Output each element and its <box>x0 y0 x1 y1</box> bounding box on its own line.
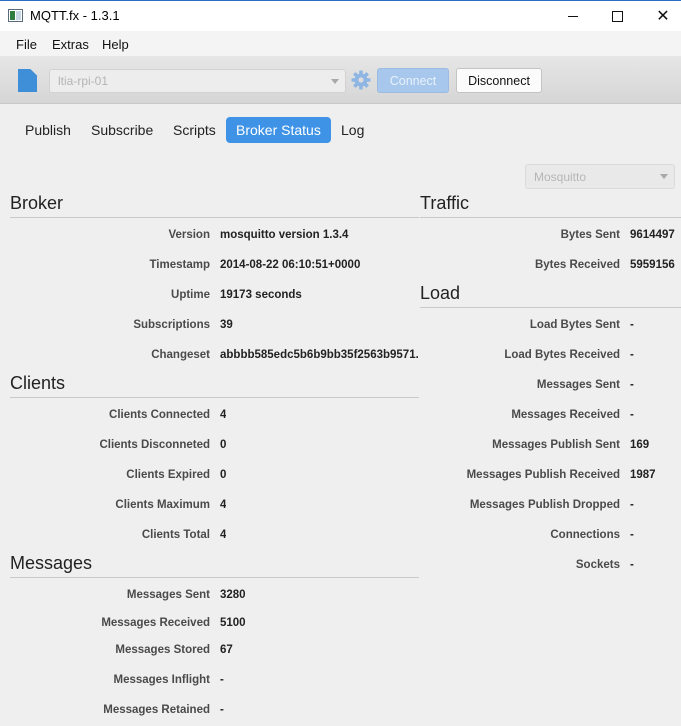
menu-help[interactable]: Help <box>102 37 129 52</box>
disconnect-button[interactable]: Disconnect <box>456 68 542 93</box>
messages-retained-label: Messages Retained <box>103 704 210 716</box>
broker-type-select[interactable]: Mosquitto <box>525 164 675 189</box>
load-messages-sent-value: - <box>630 379 634 391</box>
title-bar[interactable]: MQTT.fx - 1.3.1 ✕ <box>0 0 681 31</box>
broker-version-value: mosquitto version 1.3.4 <box>220 229 349 241</box>
app-icon <box>8 9 23 22</box>
sockets-value: - <box>630 559 634 571</box>
clients-expired-label: Clients Expired <box>126 469 210 481</box>
connection-profile-select[interactable]: ltia-rpi-01 <box>49 69 346 93</box>
menu-extras[interactable]: Extras <box>52 37 89 52</box>
minimize-button[interactable] <box>550 1 596 31</box>
clients-maximum-label: Clients Maximum <box>115 499 210 511</box>
minimize-icon <box>568 15 578 17</box>
maximize-icon <box>611 10 623 22</box>
tab-scripts[interactable]: Scripts <box>163 117 226 143</box>
messages-sent-value: 3280 <box>220 589 246 601</box>
clients-total-value: 4 <box>220 529 227 541</box>
messages-stored-value: 67 <box>220 644 233 656</box>
bytes-received-value: 5959156 <box>630 259 675 271</box>
connections-label: Connections <box>550 529 620 541</box>
section-divider <box>420 217 681 218</box>
broker-version-label: Version <box>168 229 210 241</box>
clients-disconnected-label: Clients Disconneted <box>99 439 210 451</box>
connection-toolbar: ltia-rpi-01 Connect Disconnect <box>0 56 681 104</box>
load-bytes-sent-label: Load Bytes Sent <box>529 319 620 331</box>
broker-timestamp-value: 2014-08-22 06:10:51+0000 <box>220 259 361 271</box>
section-title-load: Load <box>420 283 461 303</box>
tab-broker-status[interactable]: Broker Status <box>226 117 331 143</box>
messages-retained-value: - <box>220 704 224 716</box>
messages-received-label: Messages Received <box>101 617 210 629</box>
clients-maximum-value: 4 <box>220 499 227 511</box>
load-messages-sent-label: Messages Sent <box>536 379 620 391</box>
messages-sent-label: Messages Sent <box>126 589 210 601</box>
load-bytes-received-value: - <box>630 349 634 361</box>
chevron-down-icon <box>331 79 339 84</box>
section-title-broker: Broker <box>10 193 64 213</box>
load-bytes-sent-value: - <box>630 319 634 331</box>
window-title: MQTT.fx - 1.3.1 <box>30 8 120 23</box>
connect-button[interactable]: Connect <box>377 68 449 93</box>
load-messages-received-value: - <box>630 409 634 421</box>
messages-inflight-label: Messages Inflight <box>113 674 211 686</box>
messages-stored-label: Messages Stored <box>115 644 210 656</box>
connections-value: - <box>630 529 634 541</box>
clients-connected-label: Clients Connected <box>109 409 210 421</box>
broker-timestamp-label: Timestamp <box>149 259 210 271</box>
messages-publish-received-value: 1987 <box>630 469 656 481</box>
clients-expired-value: 0 <box>220 469 227 481</box>
bytes-received-label: Bytes Received <box>534 259 620 271</box>
menu-file[interactable]: File <box>16 37 37 52</box>
broker-changeset-value: abbbb585edc5b6b9bb35f2563b9571... <box>220 349 418 361</box>
chevron-down-icon <box>660 174 668 179</box>
menu-bar: File Extras Help <box>0 31 681 56</box>
broker-type-value: Mosquitto <box>534 170 587 184</box>
gear-icon[interactable] <box>351 70 371 90</box>
broker-subscriptions-label: Subscriptions <box>133 319 210 331</box>
broker-subscriptions-value: 39 <box>220 319 233 331</box>
edit-profiles-icon[interactable] <box>18 69 37 92</box>
section-title-traffic: Traffic <box>420 193 470 213</box>
section-title-messages: Messages <box>10 553 93 573</box>
connection-profile-value: ltia-rpi-01 <box>58 74 109 88</box>
broker-uptime-value: 19173 seconds <box>220 289 302 301</box>
messages-publish-sent-value: 169 <box>630 439 650 451</box>
messages-publish-dropped-value: - <box>630 499 634 511</box>
section-divider <box>420 307 681 308</box>
bytes-sent-label: Bytes Sent <box>560 229 620 241</box>
clients-disconnected-value: 0 <box>220 439 227 451</box>
clients-connected-value: 4 <box>220 409 227 421</box>
section-divider <box>10 397 419 398</box>
load-messages-received-label: Messages Received <box>511 409 620 421</box>
tab-log[interactable]: Log <box>331 117 374 143</box>
section-divider <box>10 217 419 218</box>
section-title-clients: Clients <box>10 373 66 393</box>
tab-publish[interactable]: Publish <box>15 117 81 143</box>
load-bytes-received-label: Load Bytes Received <box>504 349 620 361</box>
messages-publish-dropped-label: Messages Publish Dropped <box>469 499 620 511</box>
close-icon: ✕ <box>656 8 670 25</box>
messages-publish-received-label: Messages Publish Received <box>466 469 620 481</box>
sockets-label: Sockets <box>575 559 620 571</box>
messages-inflight-value: - <box>220 674 224 686</box>
messages-received-value: 5100 <box>220 617 246 629</box>
tab-subscribe[interactable]: Subscribe <box>81 117 163 143</box>
broker-uptime-label: Uptime <box>171 289 210 301</box>
maximize-button[interactable] <box>594 1 640 31</box>
bytes-sent-value: 9614497 <box>630 229 675 241</box>
broker-changeset-label: Changeset <box>151 349 210 361</box>
close-button[interactable]: ✕ <box>640 1 681 31</box>
messages-publish-sent-label: Messages Publish Sent <box>492 439 620 451</box>
section-divider <box>10 577 419 578</box>
clients-total-label: Clients Total <box>141 529 210 541</box>
